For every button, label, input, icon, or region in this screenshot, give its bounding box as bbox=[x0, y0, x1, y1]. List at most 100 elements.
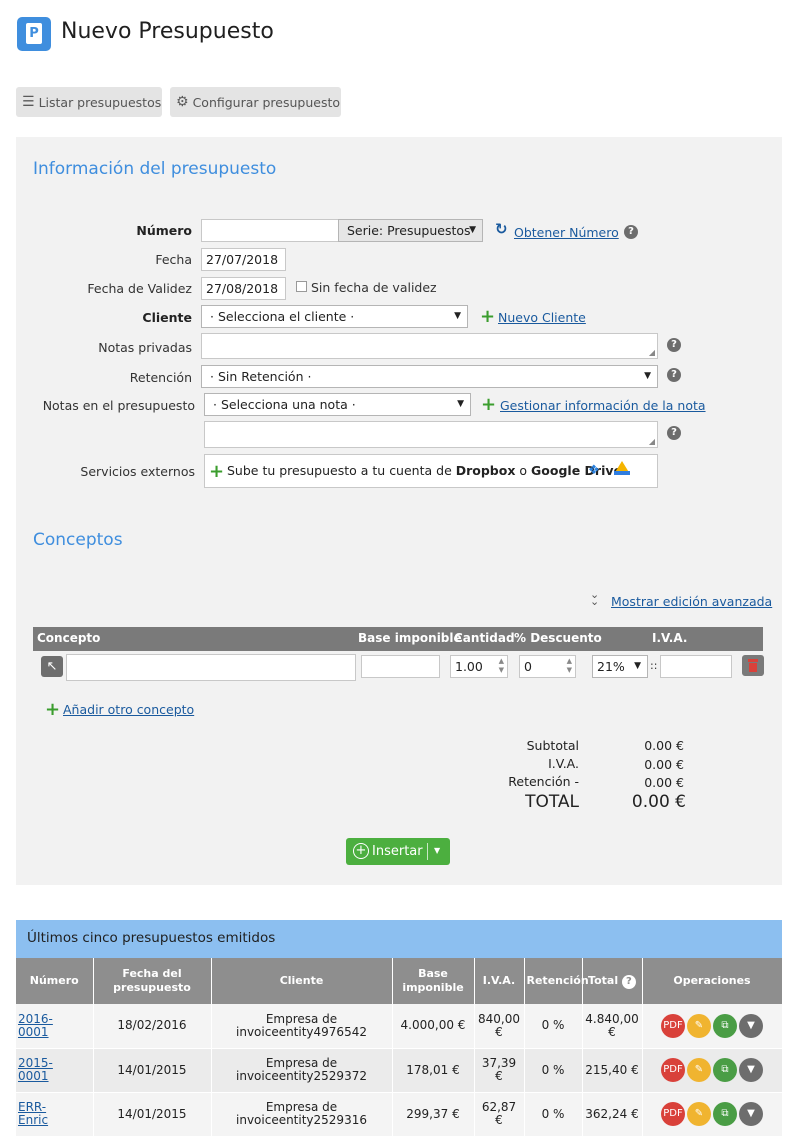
dropbox-icon[interactable]: ❖ bbox=[588, 463, 600, 478]
col-iva: I.V.A. bbox=[474, 958, 525, 1004]
advanced-edit-link[interactable]: Mostrar edición avanzada bbox=[611, 594, 772, 609]
budget-number-link[interactable]: 2016- 0001 bbox=[18, 1012, 53, 1039]
descuento-input[interactable]: 0 ▲ ▼ bbox=[519, 655, 576, 678]
fecha-input[interactable]: 27/07/2018 bbox=[201, 248, 286, 271]
plus-icon: + bbox=[209, 461, 225, 482]
budget-client: Empresa de invoiceentity4976542 bbox=[211, 1004, 393, 1049]
nuevo-cliente-link[interactable]: Nuevo Cliente bbox=[498, 310, 586, 325]
list-icon: ☰ bbox=[22, 94, 35, 110]
iva-rate-value: 21% bbox=[597, 659, 625, 674]
nota-dropdown[interactable]: · Selecciona una nota · ▼ bbox=[204, 393, 471, 416]
budget-number-link[interactable]: ERR- Enric bbox=[18, 1100, 48, 1127]
insert-button[interactable]: + Insertar ▼ bbox=[346, 838, 450, 865]
copy-icon[interactable]: ⧉ bbox=[713, 1102, 737, 1126]
col-retencion: Retención bbox=[524, 958, 589, 1004]
col-total: Total ? bbox=[582, 958, 643, 1004]
help-icon[interactable]: ? bbox=[621, 974, 636, 989]
budget-form-panel bbox=[16, 137, 782, 885]
delete-row-button[interactable] bbox=[742, 655, 764, 676]
gdrive-link[interactable]: Google Drive bbox=[531, 463, 622, 478]
iva-total-label: I.V.A. bbox=[548, 756, 579, 771]
iva-rate-dropdown[interactable]: 21% ▼ bbox=[592, 655, 648, 678]
budget-number-link[interactable]: 2015- 0001 bbox=[18, 1056, 53, 1083]
serie-dropdown[interactable]: Serie: Presupuestos ▼ bbox=[338, 219, 483, 242]
budget-operations: PDF ✎ ⧉ ▼ bbox=[642, 1004, 783, 1049]
caret-down-icon: ▼ bbox=[469, 225, 476, 235]
dropbox-link[interactable]: Dropbox bbox=[456, 463, 516, 478]
plus-icon: + bbox=[45, 699, 61, 720]
caret-down-icon[interactable]: ▼ bbox=[434, 846, 440, 855]
col-cantidad: Cantidad bbox=[454, 631, 515, 645]
total-value: 0.00 € bbox=[631, 792, 686, 812]
notas-privadas-textarea[interactable]: ◢ bbox=[201, 333, 658, 359]
configure-budget-button[interactable]: ⚙ Configurar presupuesto bbox=[170, 87, 341, 117]
chevron-down-icon[interactable]: ▼ bbox=[739, 1102, 763, 1126]
list-budgets-label: Listar presupuestos bbox=[38, 94, 162, 110]
refresh-icon: ↻ bbox=[495, 220, 508, 238]
pdf-icon[interactable]: PDF bbox=[661, 1013, 685, 1038]
budget-total: 362,24 € bbox=[582, 1092, 643, 1137]
servicios-text: Sube tu presupuesto a tu cuenta de Dropb… bbox=[227, 463, 622, 478]
serie-label: Serie: Presupuestos bbox=[347, 223, 471, 238]
pencil-icon[interactable]: ✎ bbox=[687, 1102, 711, 1126]
pencil-icon[interactable]: ✎ bbox=[687, 1013, 711, 1038]
budget-total: 4.840,00 € bbox=[582, 1004, 643, 1049]
pencil-icon[interactable]: ✎ bbox=[687, 1058, 711, 1082]
col-iva: I.V.A. bbox=[652, 631, 688, 645]
budget-base: 4.000,00 € bbox=[392, 1004, 475, 1049]
budget-client: Empresa de invoiceentity2529316 bbox=[211, 1092, 393, 1137]
numero-label: Número bbox=[136, 223, 192, 238]
add-concept-link[interactable]: Añadir otro concepto bbox=[63, 702, 194, 717]
servicios-label: Servicios externos bbox=[80, 464, 195, 479]
sin-validez-checkbox[interactable] bbox=[296, 281, 307, 292]
budget-client: Empresa de invoiceentity2529372 bbox=[211, 1048, 393, 1093]
iva-total-input[interactable] bbox=[660, 655, 732, 678]
budget-operations: PDF ✎ ⧉ ▼ bbox=[642, 1048, 783, 1093]
notas-presupuesto-textarea[interactable]: ◢ bbox=[204, 421, 658, 448]
budget-iva: 37,39 € bbox=[474, 1048, 525, 1093]
trash-icon bbox=[748, 659, 758, 662]
table-row: 2016- 0001 18/02/2016 Empresa de invoiceen… bbox=[16, 1004, 783, 1049]
copy-icon[interactable]: ⧉ bbox=[713, 1013, 737, 1038]
recent-budgets-header: Últimos cinco presupuestos emitidos bbox=[16, 920, 782, 958]
app-icon: P bbox=[17, 17, 51, 51]
cantidad-input[interactable]: 1.00 ▲ ▼ bbox=[450, 655, 508, 678]
pdf-icon[interactable]: PDF bbox=[661, 1058, 685, 1082]
list-budgets-button[interactable]: ☰ Listar presupuestos bbox=[16, 87, 162, 117]
total-label: TOTAL bbox=[525, 792, 579, 812]
pdf-icon[interactable]: PDF bbox=[661, 1102, 685, 1126]
help-icon[interactable]: ? bbox=[624, 225, 638, 239]
concepto-input[interactable] bbox=[66, 654, 356, 681]
stepper-icon[interactable]: ▲ ▼ bbox=[567, 657, 572, 675]
col-fecha: Fecha del presupuesto bbox=[93, 958, 212, 1004]
iva-separator: :: bbox=[650, 659, 658, 672]
gear-icon: ⚙ bbox=[176, 94, 189, 110]
help-icon[interactable]: ? bbox=[667, 338, 681, 352]
obtener-numero-link[interactable]: Obtener Número bbox=[514, 225, 619, 240]
validez-label: Fecha de Validez bbox=[87, 281, 192, 296]
budget-retencion: 0 % bbox=[524, 1004, 583, 1049]
stepper-icon[interactable]: ▲ ▼ bbox=[499, 657, 504, 675]
notas-privadas-label: Notas privadas bbox=[98, 340, 192, 355]
copy-icon[interactable]: ⧉ bbox=[713, 1058, 737, 1082]
cliente-dropdown[interactable]: · Selecciona el cliente · ▼ bbox=[201, 305, 468, 328]
budget-iva: 840,00 € bbox=[474, 1004, 525, 1049]
numero-input[interactable] bbox=[201, 219, 339, 242]
fecha-label: Fecha bbox=[155, 252, 192, 267]
cursor-icon[interactable]: ↖ bbox=[41, 656, 63, 677]
gestionar-nota-link[interactable]: Gestionar información de la nota bbox=[500, 398, 706, 413]
retencion-dropdown[interactable]: · Sin Retención · ▼ bbox=[201, 365, 658, 388]
help-icon[interactable]: ? bbox=[667, 426, 681, 440]
chevron-down-icon[interactable]: ▼ bbox=[739, 1013, 763, 1038]
iva-total-value: 0.00 € bbox=[644, 757, 684, 772]
sin-validez-label: Sin fecha de validez bbox=[311, 280, 437, 295]
help-icon[interactable]: ? bbox=[667, 368, 681, 382]
chevron-down-icon[interactable]: ▼ bbox=[739, 1058, 763, 1082]
table-row: 2015- 0001 14/01/2015 Empresa de invoiceen… bbox=[16, 1048, 783, 1093]
descuento-value: 0 bbox=[524, 659, 532, 674]
validez-input[interactable]: 27/08/2018 bbox=[201, 277, 286, 300]
col-base: Base imponible bbox=[392, 958, 475, 1004]
base-input[interactable] bbox=[361, 655, 440, 678]
caret-down-icon: ▼ bbox=[457, 399, 464, 409]
subtotal-label: Subtotal bbox=[526, 738, 579, 753]
